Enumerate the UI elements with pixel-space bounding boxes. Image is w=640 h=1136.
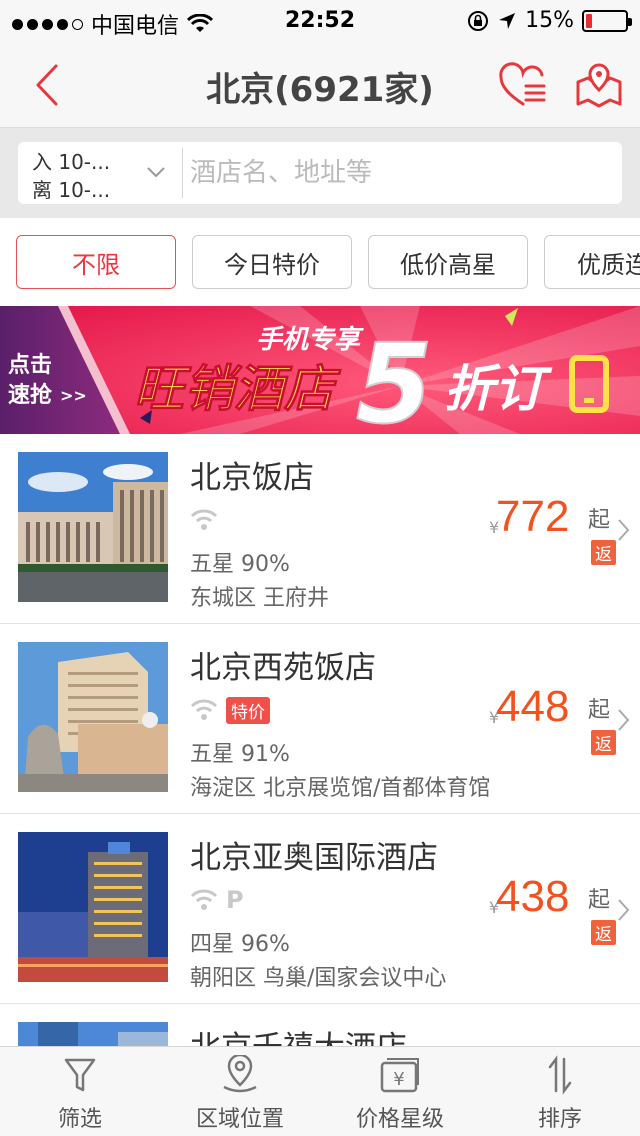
special-price-tag: 特价 bbox=[226, 696, 270, 724]
hotel-rating: 五星 91% bbox=[190, 742, 290, 767]
wifi-icon bbox=[190, 509, 218, 530]
search-box: 入 10-... 离 10-... bbox=[18, 142, 622, 204]
hotel-price: 438 bbox=[496, 872, 570, 921]
price-suffix: 起 bbox=[588, 508, 611, 533]
battery-icon bbox=[582, 9, 632, 32]
battery-percent: 15% bbox=[525, 8, 574, 33]
hotel-amenities: 特价 bbox=[190, 696, 270, 724]
checkout-date[interactable]: 离 10-... bbox=[32, 174, 110, 203]
hotel-photo bbox=[18, 642, 168, 792]
tab-label: 区域位置 bbox=[195, 1107, 284, 1132]
price-suffix: 起 bbox=[588, 698, 611, 723]
hotel-list-item[interactable]: 北京西苑饭店 特价 五星 91% 海淀区 北京展览馆/首都体育馆 ¥ 448 起… bbox=[0, 624, 640, 814]
hotel-amenities: P bbox=[190, 886, 244, 914]
hotel-rating: 四星 96% bbox=[190, 932, 290, 957]
rebate-badge: 返 bbox=[591, 920, 616, 945]
hotel-list-item[interactable]: 北京饭店 五星 90% 东城区 王府井 ¥ 772 起 返 bbox=[0, 434, 640, 624]
navigation-bar: 北京(6921家) bbox=[0, 42, 640, 128]
hotel-photo bbox=[18, 832, 168, 982]
rotation-lock-icon bbox=[468, 10, 489, 31]
location-icon bbox=[223, 1055, 257, 1093]
location-arrow-icon bbox=[499, 12, 516, 29]
filter-chip-low-price-high-star[interactable]: 低价高星 bbox=[368, 235, 528, 289]
bottom-tab-bar: 筛选 区域位置 ¥ 价格星级 排序 bbox=[0, 1046, 640, 1136]
tab-sort[interactable]: 排序 bbox=[480, 1047, 640, 1136]
system-status: 15% bbox=[467, 8, 632, 33]
tab-label: 价格星级 bbox=[355, 1107, 444, 1132]
chevron-down-icon[interactable] bbox=[144, 162, 168, 182]
rebate-badge: 返 bbox=[591, 730, 616, 755]
hotel-list-item[interactable]: 北京亚奥国际酒店 P 四星 96% 朝阳区 鸟巢/国家会议中心 ¥ 438 起 … bbox=[0, 814, 640, 1004]
hotel-name: 北京西苑饭店 bbox=[190, 650, 376, 686]
tab-price-star[interactable]: ¥ 价格星级 bbox=[320, 1047, 480, 1136]
hotel-area: 朝阳区 鸟巢/国家会议中心 bbox=[190, 966, 447, 991]
chevron-right-icon bbox=[618, 519, 630, 541]
filter-chip-quality-chain[interactable]: 优质连 bbox=[544, 235, 640, 289]
banner-left-line1: 点击 bbox=[8, 352, 52, 378]
search-area: 入 10-... 离 10-... bbox=[0, 128, 640, 218]
hotel-photo bbox=[18, 452, 168, 602]
heart-list-icon[interactable] bbox=[498, 62, 548, 108]
banner-headline: 旺销酒店 bbox=[134, 360, 342, 418]
hotel-rating: 五星 90% bbox=[190, 552, 290, 577]
search-divider bbox=[182, 148, 183, 198]
banner-discount: 折订 bbox=[444, 360, 553, 418]
banner-number: 5 bbox=[356, 320, 433, 434]
hotel-name: 北京亚奥国际酒店 bbox=[190, 840, 438, 876]
banner-left-arrow: >> bbox=[60, 386, 87, 405]
wifi-icon bbox=[190, 889, 218, 910]
wifi-icon bbox=[190, 699, 218, 720]
sort-icon bbox=[548, 1055, 572, 1095]
filter-icon bbox=[64, 1058, 96, 1092]
status-bar: 中国电信 22:52 15% bbox=[0, 0, 640, 42]
hotel-name: 北京饭店 bbox=[190, 460, 314, 496]
banner-subtitle: 手机专享 bbox=[256, 325, 364, 355]
hotel-price: 772 bbox=[496, 492, 570, 541]
banner-graphic: 点击 速抢 >> 手机专享 旺销酒店 5 折订 bbox=[0, 306, 640, 434]
tab-location[interactable]: 区域位置 bbox=[160, 1047, 320, 1136]
filter-chip-today-deal[interactable]: 今日特价 bbox=[192, 235, 352, 289]
tab-filter[interactable]: 筛选 bbox=[0, 1047, 160, 1136]
price-suffix: 起 bbox=[588, 888, 611, 913]
chevron-right-icon bbox=[618, 709, 630, 731]
banner-left-line2: 速抢 bbox=[8, 382, 53, 408]
rebate-badge: 返 bbox=[591, 540, 616, 565]
price-tag-icon: ¥ bbox=[380, 1058, 419, 1093]
filter-chip-unlimited[interactable]: 不限 bbox=[16, 235, 176, 289]
search-input[interactable] bbox=[190, 148, 610, 198]
promo-banner[interactable]: 点击 速抢 >> 手机专享 旺销酒店 5 折订 bbox=[0, 306, 640, 434]
parking-icon: P bbox=[226, 886, 244, 914]
tab-label: 排序 bbox=[537, 1107, 582, 1132]
hotel-price: 448 bbox=[496, 682, 570, 731]
hotel-amenities bbox=[190, 506, 218, 534]
hotel-area: 海淀区 北京展览馆/首都体育馆 bbox=[190, 776, 491, 801]
map-pin-icon[interactable] bbox=[574, 60, 624, 110]
svg-text:¥: ¥ bbox=[393, 1069, 404, 1090]
chevron-right-icon bbox=[618, 899, 630, 921]
tab-label: 筛选 bbox=[57, 1107, 102, 1132]
quick-filter-row: 不限 今日特价 低价高星 优质连 bbox=[0, 218, 640, 306]
hotel-area: 东城区 王府井 bbox=[190, 586, 329, 611]
checkin-date[interactable]: 入 10-... bbox=[32, 146, 110, 175]
